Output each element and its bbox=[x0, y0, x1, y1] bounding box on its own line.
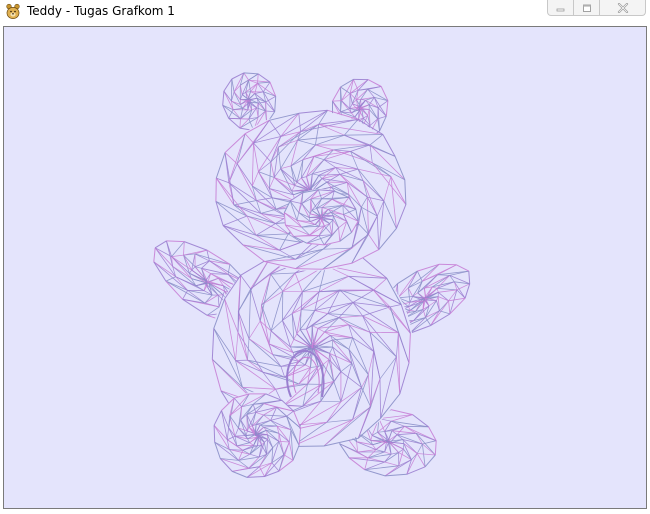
app-window: Teddy - Tugas Grafkom 1 bbox=[0, 0, 650, 514]
opengl-viewport[interactable] bbox=[4, 27, 646, 508]
teddy-bear-wireframe bbox=[152, 72, 472, 478]
window-title: Teddy - Tugas Grafkom 1 bbox=[27, 4, 175, 18]
window-controls bbox=[547, 0, 646, 18]
mesh-edge bbox=[166, 240, 185, 243]
mesh-edge bbox=[342, 205, 344, 215]
opengl-viewport-frame bbox=[3, 26, 647, 509]
close-button[interactable] bbox=[600, 0, 646, 16]
mesh-edge bbox=[404, 425, 429, 428]
minimize-button[interactable] bbox=[547, 0, 574, 16]
title-bar[interactable]: Teddy - Tugas Grafkom 1 bbox=[0, 0, 650, 24]
mesh-edge bbox=[439, 263, 457, 266]
snout-mesh bbox=[283, 189, 359, 246]
leg-left-mesh bbox=[213, 392, 302, 478]
teddy-app-icon[interactable] bbox=[5, 3, 21, 19]
mesh-edge bbox=[282, 290, 303, 293]
mesh-edge bbox=[213, 425, 216, 443]
minimize-icon bbox=[556, 0, 566, 17]
maximize-icon bbox=[582, 0, 592, 17]
maximize-button[interactable] bbox=[574, 0, 600, 16]
mesh-edge bbox=[228, 117, 241, 120]
mesh-edge bbox=[295, 268, 323, 270]
close-icon bbox=[617, 0, 629, 17]
